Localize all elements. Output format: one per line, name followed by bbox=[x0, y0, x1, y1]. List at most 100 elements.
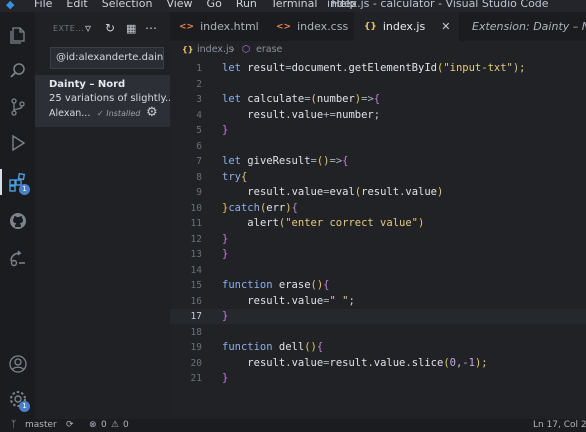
code-line[interactable]: 2 bbox=[170, 77, 586, 92]
code-line[interactable]: 20 result.value=result.value.slice(0,-1)… bbox=[170, 356, 586, 371]
search-icon[interactable] bbox=[0, 54, 35, 88]
remote-icon[interactable] bbox=[0, 241, 35, 275]
code-token: ); bbox=[512, 62, 526, 74]
code-editor[interactable]: 1 let result=document.getElementById("inp… bbox=[170, 58, 586, 419]
github-icon[interactable] bbox=[0, 204, 35, 238]
explorer-icon[interactable] bbox=[0, 18, 35, 52]
code-token: { bbox=[323, 279, 330, 291]
code-token: function bbox=[222, 279, 279, 291]
code-line[interactable]: 18 bbox=[170, 325, 586, 340]
code-token: => bbox=[361, 93, 374, 105]
code-line[interactable]: 11 alert("enter correct value") bbox=[170, 216, 586, 231]
code-text: } bbox=[222, 123, 228, 138]
code-token: "input-txt" bbox=[443, 62, 513, 74]
code-line[interactable]: 4 result.value+=number; bbox=[170, 108, 586, 123]
breadcrumb-file[interactable]: index.js bbox=[197, 44, 234, 55]
code-line[interactable]: 1 let result=document.getElementById("inp… bbox=[170, 61, 586, 76]
code-line[interactable]: 17} bbox=[170, 309, 586, 324]
sync-icon[interactable]: ⟳ bbox=[66, 420, 74, 430]
code-line[interactable]: 3 let calculate=(number)=>{ bbox=[170, 92, 586, 107]
line-number: 18 bbox=[190, 326, 202, 338]
menu-view[interactable]: View bbox=[166, 0, 192, 11]
extension-search-input[interactable]: @id:alexanderte.dainty-n bbox=[50, 47, 164, 69]
code-token: result bbox=[247, 356, 286, 369]
code-line[interactable]: 9 result.value=eval(result.value) bbox=[170, 185, 586, 200]
css-file-icon: <> bbox=[276, 21, 292, 32]
line-number: 12 bbox=[190, 233, 202, 245]
cursor-position[interactable]: Ln 17, Col 2 bbox=[533, 420, 586, 430]
menu-go[interactable]: Go bbox=[207, 0, 222, 11]
code-line[interactable]: 19 function dell(){ bbox=[170, 340, 586, 355]
activity-bar: 1 1 bbox=[0, 12, 35, 419]
menu-run[interactable]: Run bbox=[236, 0, 257, 11]
line-number: 4 bbox=[196, 109, 202, 121]
code-text: function dell(){ bbox=[222, 340, 323, 355]
code-line[interactable]: 10}catch(err){ bbox=[170, 201, 586, 216]
menu-edit[interactable]: Edit bbox=[66, 0, 87, 11]
code-token: result bbox=[247, 108, 286, 121]
line-number: 15 bbox=[190, 280, 202, 291]
code-line[interactable]: 7 let giveResult=()=>{ bbox=[170, 154, 586, 169]
line-number: 19 bbox=[190, 342, 202, 353]
warning-icon: ⚠ bbox=[111, 420, 120, 430]
tab-index-html[interactable]: <> index.html bbox=[170, 12, 275, 41]
tab-label: Extension: Dainty – Nord bbox=[472, 20, 586, 33]
settings-badge: 1 bbox=[19, 401, 30, 412]
clear-extensions-icon[interactable]: ▦ bbox=[126, 22, 136, 35]
code-token: ) bbox=[418, 217, 425, 229]
branch-name[interactable]: master bbox=[25, 420, 57, 430]
more-actions-icon[interactable]: ⋯ bbox=[145, 21, 157, 35]
menu-file[interactable]: File bbox=[34, 0, 52, 11]
code-token: alert bbox=[247, 217, 279, 229]
tab-index-css[interactable]: <> index.css bbox=[267, 12, 362, 41]
menu-selection[interactable]: Selection bbox=[102, 0, 153, 11]
code-line[interactable]: 15 function erase(){ bbox=[170, 278, 586, 293]
error-count[interactable]: 0 bbox=[101, 420, 107, 430]
refresh-icon[interactable]: ↻ bbox=[105, 21, 115, 35]
extension-gear-icon[interactable]: ⚙ bbox=[146, 105, 158, 120]
code-token: result bbox=[361, 186, 400, 198]
tab-index-js[interactable]: {} index.js ✕ bbox=[354, 12, 459, 41]
code-token: err bbox=[266, 201, 286, 214]
code-line[interactable]: 16 result.value=" "; bbox=[170, 294, 586, 309]
code-token: catch bbox=[228, 201, 260, 214]
line-number: 2 bbox=[196, 78, 202, 90]
filter-icon[interactable]: ▿ bbox=[85, 21, 91, 35]
code-token: "enter correct value" bbox=[285, 217, 418, 229]
code-token: { bbox=[342, 155, 349, 167]
code-token: getElementById bbox=[348, 62, 437, 74]
warning-count[interactable]: 0 bbox=[123, 420, 129, 430]
code-line[interactable]: 6 bbox=[170, 139, 586, 154]
code-token: result bbox=[247, 186, 286, 198]
settings-gear-icon[interactable]: 1 bbox=[0, 382, 35, 416]
code-token: () bbox=[304, 341, 317, 353]
code-token: number bbox=[335, 108, 374, 121]
account-icon[interactable] bbox=[0, 347, 35, 381]
code-token: calculate bbox=[247, 93, 305, 105]
code-text: let giveResult=()=>{ bbox=[222, 154, 348, 169]
source-control-icon[interactable] bbox=[0, 90, 35, 124]
extensions-badge: 1 bbox=[19, 184, 30, 195]
breadcrumb-symbol[interactable]: erase bbox=[256, 44, 282, 55]
code-text: function erase(){ bbox=[222, 278, 330, 293]
code-token: value bbox=[373, 356, 406, 369]
extensions-icon[interactable]: 1 bbox=[0, 165, 35, 199]
code-token: result bbox=[247, 62, 286, 74]
error-icon: ⊗ bbox=[89, 420, 97, 430]
run-debug-icon[interactable] bbox=[0, 126, 35, 160]
code-line[interactable]: 14 bbox=[170, 263, 586, 278]
code-token: result bbox=[329, 356, 368, 369]
extension-name: Dainty – Nord bbox=[49, 79, 126, 90]
extension-list-item[interactable]: Dainty – Nord 25 variations of slightly.… bbox=[35, 75, 175, 127]
line-number: 7 bbox=[196, 156, 202, 167]
code-token: document bbox=[291, 62, 343, 74]
menu-terminal[interactable]: Terminal bbox=[271, 0, 318, 11]
code-line[interactable]: 12} bbox=[170, 232, 586, 247]
code-line[interactable]: 13} bbox=[170, 247, 586, 262]
code-line[interactable]: 5} bbox=[170, 123, 586, 138]
code-line[interactable]: 21} bbox=[170, 371, 586, 386]
code-line[interactable]: 8 try{ bbox=[170, 170, 586, 185]
tab-extension-dainty-nord[interactable]: Extension: Dainty – Nord bbox=[450, 12, 586, 41]
